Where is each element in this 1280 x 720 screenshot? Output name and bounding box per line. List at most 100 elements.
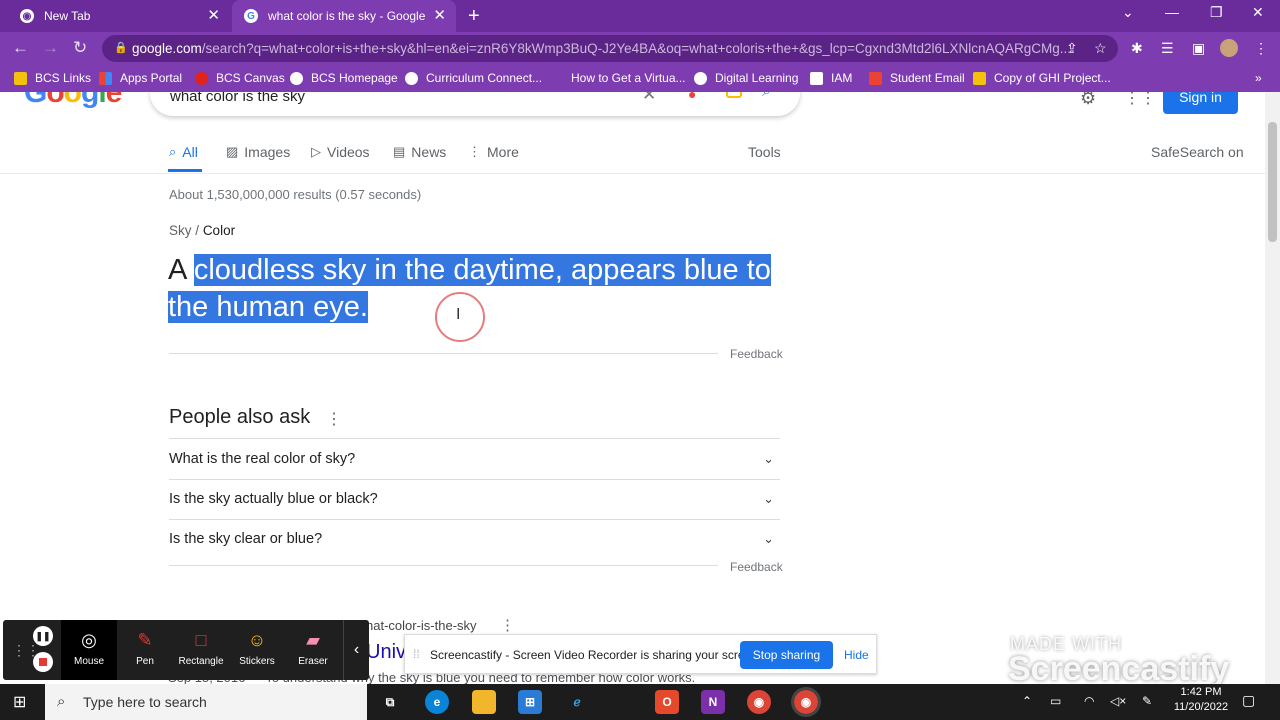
address-bar[interactable]: 🔒 google.com/search?q=what+color+is+the+… — [102, 35, 1118, 62]
office-icon[interactable]: O — [655, 690, 679, 714]
clock[interactable]: 1:42 PM 11/20/2022 — [1168, 686, 1234, 713]
new-tab-plus-icon[interactable]: + — [468, 5, 480, 28]
bookmark-apps-portal[interactable]: Apps Portal — [99, 71, 182, 85]
scrollbar-thumb[interactable] — [1268, 122, 1277, 242]
search-input[interactable]: what color is the sky — [170, 92, 305, 105]
tab-videos[interactable]: ▷ Videos — [311, 144, 370, 160]
chrome-icon[interactable]: ◉ — [747, 690, 771, 714]
notifications-icon[interactable]: ▢ — [1242, 692, 1255, 709]
chevron-down-icon: ⌄ — [763, 531, 774, 546]
restore-icon[interactable]: ❐ — [1210, 4, 1223, 21]
tray-up-icon[interactable]: ⌃ — [1022, 694, 1032, 708]
battery-icon[interactable]: ▭ — [1050, 694, 1061, 708]
rectangle-tool[interactable]: □ Rectangle — [173, 620, 229, 680]
taskbar-search[interactable]: ⌕ Type here to search — [45, 684, 367, 720]
breadcrumb-sky[interactable]: Sky — [169, 223, 192, 238]
url-domain: google.com — [132, 41, 202, 56]
close-tab-icon[interactable]: ✕ — [207, 8, 220, 23]
tab-google-search[interactable]: G what color is the sky - Google Search … — [232, 0, 456, 32]
chevron-down-icon[interactable]: ⌄ — [1122, 4, 1134, 21]
safesearch-toggle[interactable]: SafeSearch on — [1151, 144, 1244, 160]
reload-icon[interactable]: ↻ — [73, 38, 87, 58]
mouse-tool[interactable]: ◎ Mouse — [61, 620, 117, 680]
stickers-tool[interactable]: ☺ Stickers — [229, 620, 285, 680]
tab-title: New Tab — [44, 9, 91, 23]
lock-icon: 🔒 — [114, 42, 128, 54]
question-row[interactable]: Is the sky clear or blue? ⌄ — [169, 519, 780, 559]
stop-recording-button[interactable] — [33, 652, 53, 672]
eraser-tool[interactable]: ▰ Eraser — [285, 620, 341, 680]
google-logo[interactable]: Google — [24, 92, 122, 110]
bookmark-digital-learning[interactable]: Digital Learning — [694, 71, 798, 85]
result-url[interactable]: hat-color-is-the-sky — [366, 618, 477, 633]
search-icon[interactable]: ⌕ — [762, 92, 771, 101]
tab-new-tab[interactable]: ◉ New Tab ✕ — [8, 0, 230, 32]
chrome-active-icon[interactable]: ◉ — [791, 687, 821, 717]
minimize-icon[interactable]: — — [1165, 4, 1179, 20]
camera-icon[interactable] — [726, 92, 742, 98]
collapse-chevron-icon[interactable]: ‹ — [343, 620, 369, 680]
pause-button[interactable]: ❚❚ — [33, 626, 53, 646]
more-bookmarks-icon[interactable]: » — [1255, 71, 1262, 85]
feedback-link[interactable]: Feedback — [730, 560, 783, 574]
close-tab-icon[interactable]: ✕ — [433, 8, 446, 23]
tab-images[interactable]: ▨ Images — [226, 144, 290, 160]
file-explorer-icon[interactable] — [472, 690, 496, 714]
feedback-link[interactable]: Feedback — [730, 347, 783, 361]
reading-list-icon[interactable]: ☰ — [1161, 40, 1174, 57]
bookmark-bcs-canvas[interactable]: BCS Canvas — [195, 71, 285, 85]
hide-button[interactable]: Hide — [844, 648, 869, 662]
task-view-icon[interactable]: ⧉ — [378, 690, 402, 714]
active-tab-indicator — [168, 169, 202, 172]
tools-button[interactable]: Tools — [748, 144, 781, 160]
wifi-icon[interactable]: ◠ — [1084, 694, 1094, 708]
chevron-down-icon: ⌄ — [763, 491, 774, 506]
browser-toolbar: ← → ↻ 🔒 google.com/search?q=what+color+i… — [0, 32, 1280, 65]
breadcrumb: Sky / Color — [169, 223, 236, 238]
forward-arrow-icon[interactable]: → — [42, 38, 59, 58]
volume-muted-icon[interactable]: ◁× — [1110, 694, 1126, 708]
stop-sharing-button[interactable]: Stop sharing — [740, 641, 833, 669]
sign-in-button[interactable]: Sign in — [1163, 92, 1238, 114]
tab-more[interactable]: ⋮ More — [468, 144, 519, 160]
bookmark-bcs-homepage[interactable]: BCS Homepage — [290, 71, 398, 85]
question-row[interactable]: Is the sky actually blue or black? ⌄ — [169, 479, 780, 519]
bookmark-student-email[interactable]: Student Email — [869, 71, 965, 85]
chevron-down-icon: ⌄ — [763, 451, 774, 466]
back-arrow-icon[interactable]: ← — [12, 38, 29, 58]
menu-dots-icon[interactable]: ⋮ — [1254, 40, 1268, 57]
edge-icon[interactable]: e — [425, 690, 449, 714]
more-options-icon[interactable]: ⋮ — [326, 409, 342, 429]
bookmark-ghi-project[interactable]: Copy of GHI Project... — [973, 71, 1111, 85]
settings-gear-icon[interactable]: ⚙ — [1080, 92, 1096, 109]
internet-explorer-icon[interactable]: ℯ — [565, 690, 589, 714]
onenote-icon[interactable]: N — [701, 690, 725, 714]
apps-grid-icon[interactable]: ⋮⋮ — [1124, 92, 1156, 108]
windows-start-icon[interactable]: ⊞ — [13, 692, 26, 712]
profile-avatar[interactable] — [1220, 39, 1238, 57]
pen-workspace-icon[interactable]: ✎ — [1142, 694, 1152, 708]
result-title-link[interactable]: Univ — [366, 641, 406, 664]
clear-icon[interactable]: ✕ — [642, 92, 656, 105]
tab-news[interactable]: ▤ News — [393, 144, 446, 160]
close-window-icon[interactable]: ✕ — [1252, 4, 1264, 21]
bookmark-curriculum-connect[interactable]: Curriculum Connect... — [405, 71, 542, 85]
canvas-icon — [195, 71, 208, 85]
drag-handle-icon[interactable]: ⁞⁞ — [413, 647, 420, 661]
extensions-puzzle-icon[interactable]: ✱ — [1131, 40, 1143, 57]
sticker-smiley-icon: ☺ — [247, 630, 267, 650]
search-box[interactable]: what color is the sky ✕ ● ⌕ — [150, 92, 800, 116]
bookmark-star-icon[interactable]: ☆ — [1094, 40, 1107, 57]
tab-all[interactable]: ⌕ All — [169, 144, 198, 160]
bookmark-iam[interactable]: IAM — [810, 71, 852, 85]
page-scrollbar[interactable] — [1265, 92, 1280, 684]
share-icon[interactable]: ⇪ — [1066, 40, 1078, 57]
more-options-icon[interactable]: ⋮ — [500, 616, 515, 634]
side-panel-icon[interactable]: ▣ — [1192, 40, 1205, 57]
microphone-icon[interactable]: ● — [688, 92, 696, 102]
bookmark-bcs-links[interactable]: BCS Links — [14, 71, 91, 85]
question-row[interactable]: What is the real color of sky? ⌄ — [169, 439, 780, 479]
pen-tool[interactable]: ✎ Pen — [117, 620, 173, 680]
store-icon[interactable]: ⊞ — [518, 690, 542, 714]
bookmark-virtual[interactable]: How to Get a Virtua... — [550, 71, 686, 85]
